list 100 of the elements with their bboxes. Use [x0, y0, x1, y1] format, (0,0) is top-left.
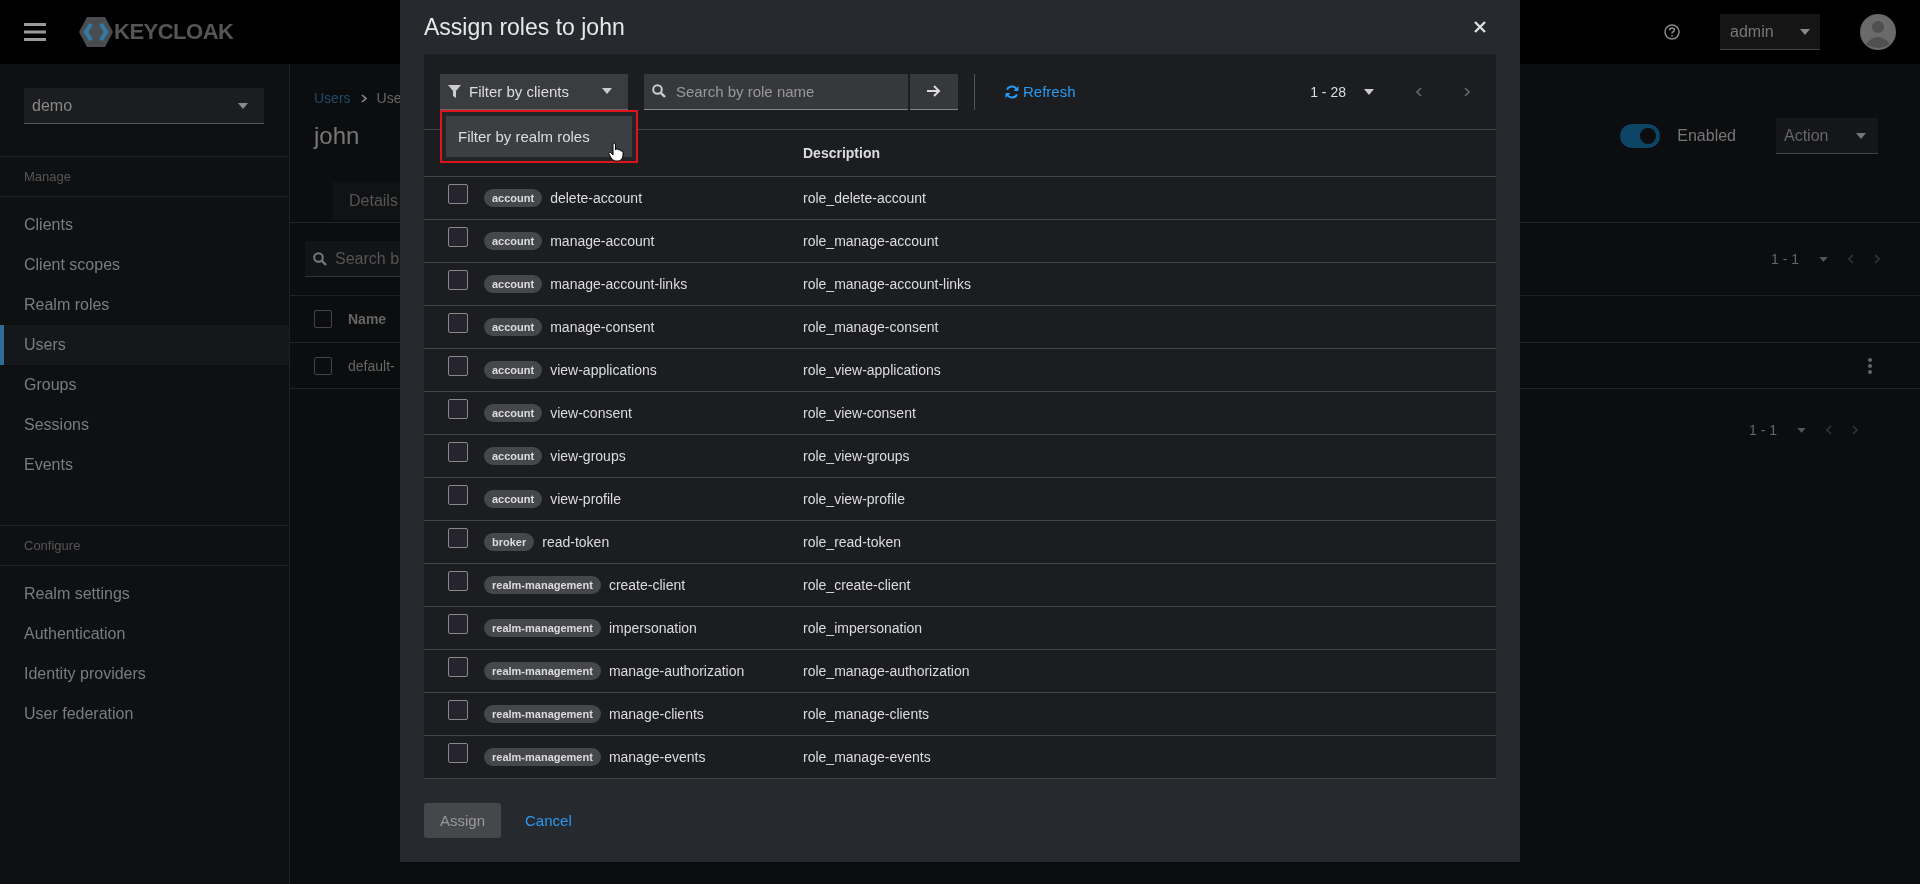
- chevron-left-icon[interactable]: [1416, 86, 1422, 97]
- nav-item[interactable]: Events: [0, 445, 289, 485]
- nav-item[interactable]: Identity providers: [0, 654, 289, 694]
- nav-item[interactable]: Authentication: [0, 614, 289, 654]
- client-label: account: [484, 189, 543, 207]
- client-label: account: [484, 318, 543, 336]
- hexagon-logo-icon: [78, 16, 114, 48]
- close-icon[interactable]: [1474, 21, 1486, 33]
- arrow-right-icon: [927, 85, 941, 97]
- refresh-icon: [1005, 84, 1019, 99]
- logo-text: KEYCLOAK: [114, 19, 234, 45]
- nav-item[interactable]: Clients: [0, 205, 289, 245]
- help-icon[interactable]: [1664, 24, 1680, 40]
- column-header: Description: [803, 145, 881, 161]
- chevron-right-icon: [360, 93, 367, 103]
- table-cell-text: role_manage-account: [803, 233, 940, 249]
- table-cell-text: role_view-consent: [803, 405, 917, 421]
- role-name: manage-account-links: [550, 276, 688, 292]
- role-name: read-token: [542, 534, 610, 550]
- refresh-button[interactable]: Refresh: [1005, 83, 1076, 100]
- client-label: account: [484, 490, 543, 508]
- filter-icon: [448, 84, 461, 98]
- pagination-range[interactable]: 1 - 28: [1310, 83, 1346, 100]
- table-cell-text: role_impersonation: [803, 620, 924, 636]
- table-cell-text: role_view-profile: [803, 491, 906, 507]
- role-name: manage-consent: [550, 319, 655, 335]
- client-label: account: [484, 404, 543, 422]
- checkbox[interactable]: [448, 743, 468, 763]
- role-name: view-consent: [550, 405, 632, 421]
- nav-item[interactable]: Groups: [0, 365, 289, 405]
- client-label: account: [484, 447, 543, 465]
- checkbox[interactable]: [448, 700, 468, 720]
- table-cell: default-: [348, 357, 395, 374]
- search-submit-button[interactable]: [910, 73, 958, 110]
- checkbox[interactable]: [448, 184, 468, 204]
- checkbox[interactable]: [448, 571, 468, 591]
- menu-icon[interactable]: [24, 23, 46, 41]
- client-label: account: [484, 361, 543, 379]
- cancel-link[interactable]: Cancel: [525, 812, 572, 829]
- nav-item[interactable]: Users: [0, 325, 289, 365]
- role-name: delete-account: [550, 190, 643, 206]
- checkbox[interactable]: [448, 442, 468, 462]
- client-label: realm-management: [484, 619, 601, 637]
- checkbox[interactable]: [314, 356, 332, 375]
- client-label: realm-management: [484, 705, 601, 723]
- client-label: broker: [484, 533, 535, 551]
- kebab-icon[interactable]: [1868, 357, 1872, 374]
- avatar-icon[interactable]: [1860, 14, 1896, 50]
- search-field[interactable]: Search by role name: [644, 73, 908, 110]
- checkbox[interactable]: [448, 227, 468, 247]
- role-name: manage-authorization: [608, 663, 745, 679]
- role-name: manage-events: [608, 749, 706, 765]
- chevron-right-icon[interactable]: [1464, 86, 1470, 97]
- pagination-range[interactable]: 1 - 1: [1771, 251, 1799, 267]
- nav-item[interactable]: Realm settings: [0, 574, 289, 614]
- user-dropdown[interactable]: admin: [1720, 14, 1820, 50]
- filter-dropdown[interactable]: Filter by clients: [440, 73, 628, 110]
- checkbox[interactable]: [448, 270, 468, 290]
- page-title: john: [314, 122, 360, 150]
- nav-item[interactable]: User federation: [0, 694, 289, 734]
- search-placeholder: Search b: [335, 249, 400, 268]
- table-cell-text: role_manage-authorization: [803, 663, 971, 679]
- checkbox[interactable]: [448, 399, 468, 419]
- nav-item[interactable]: Sessions: [0, 405, 289, 445]
- table-cell-text: role_manage-account-links: [803, 276, 973, 292]
- column-header[interactable]: Name: [348, 311, 387, 327]
- checkbox[interactable]: [448, 485, 468, 505]
- nav-item[interactable]: Client scopes: [0, 245, 289, 285]
- action-dropdown[interactable]: Action: [1776, 118, 1878, 154]
- menu-item[interactable]: Filter by realm roles: [446, 115, 632, 157]
- pagination-range[interactable]: 1 - 1: [1749, 422, 1777, 438]
- toggle-switch[interactable]: [1620, 124, 1661, 148]
- checkbox[interactable]: [448, 313, 468, 333]
- realm-dropdown[interactable]: demo: [24, 88, 264, 124]
- caret-icon: [1364, 88, 1374, 95]
- nav-item[interactable]: Realm roles: [0, 285, 289, 325]
- dialog-title: Assign roles to john: [424, 13, 625, 41]
- caret-icon: [1797, 427, 1806, 433]
- client-label: realm-management: [484, 576, 601, 594]
- checkbox[interactable]: [448, 657, 468, 677]
- search-placeholder: Search by role name: [676, 82, 815, 100]
- table-cell-text: role_manage-events: [803, 749, 932, 765]
- toggle-label: Enabled: [1677, 127, 1736, 145]
- checkbox[interactable]: [448, 528, 468, 548]
- caret-icon: [602, 88, 612, 94]
- caret-icon: [1856, 132, 1866, 139]
- role-name: manage-clients: [608, 706, 704, 722]
- checkbox[interactable]: [314, 310, 332, 328]
- search-icon: [313, 251, 327, 266]
- table-cell-text: role_delete-account: [803, 190, 927, 206]
- hand-cursor-icon: [607, 141, 624, 162]
- table-cell-text: role_manage-consent: [803, 319, 940, 335]
- table-cell-text: role_read-token: [803, 534, 903, 550]
- breadcrumb-item: Use: [376, 90, 402, 106]
- checkbox[interactable]: [448, 614, 468, 634]
- checkbox[interactable]: [448, 356, 468, 376]
- role-name: view-profile: [550, 491, 621, 507]
- client-label: account: [484, 232, 543, 250]
- caret-icon: [1800, 28, 1810, 35]
- role-name: impersonation: [608, 620, 697, 636]
